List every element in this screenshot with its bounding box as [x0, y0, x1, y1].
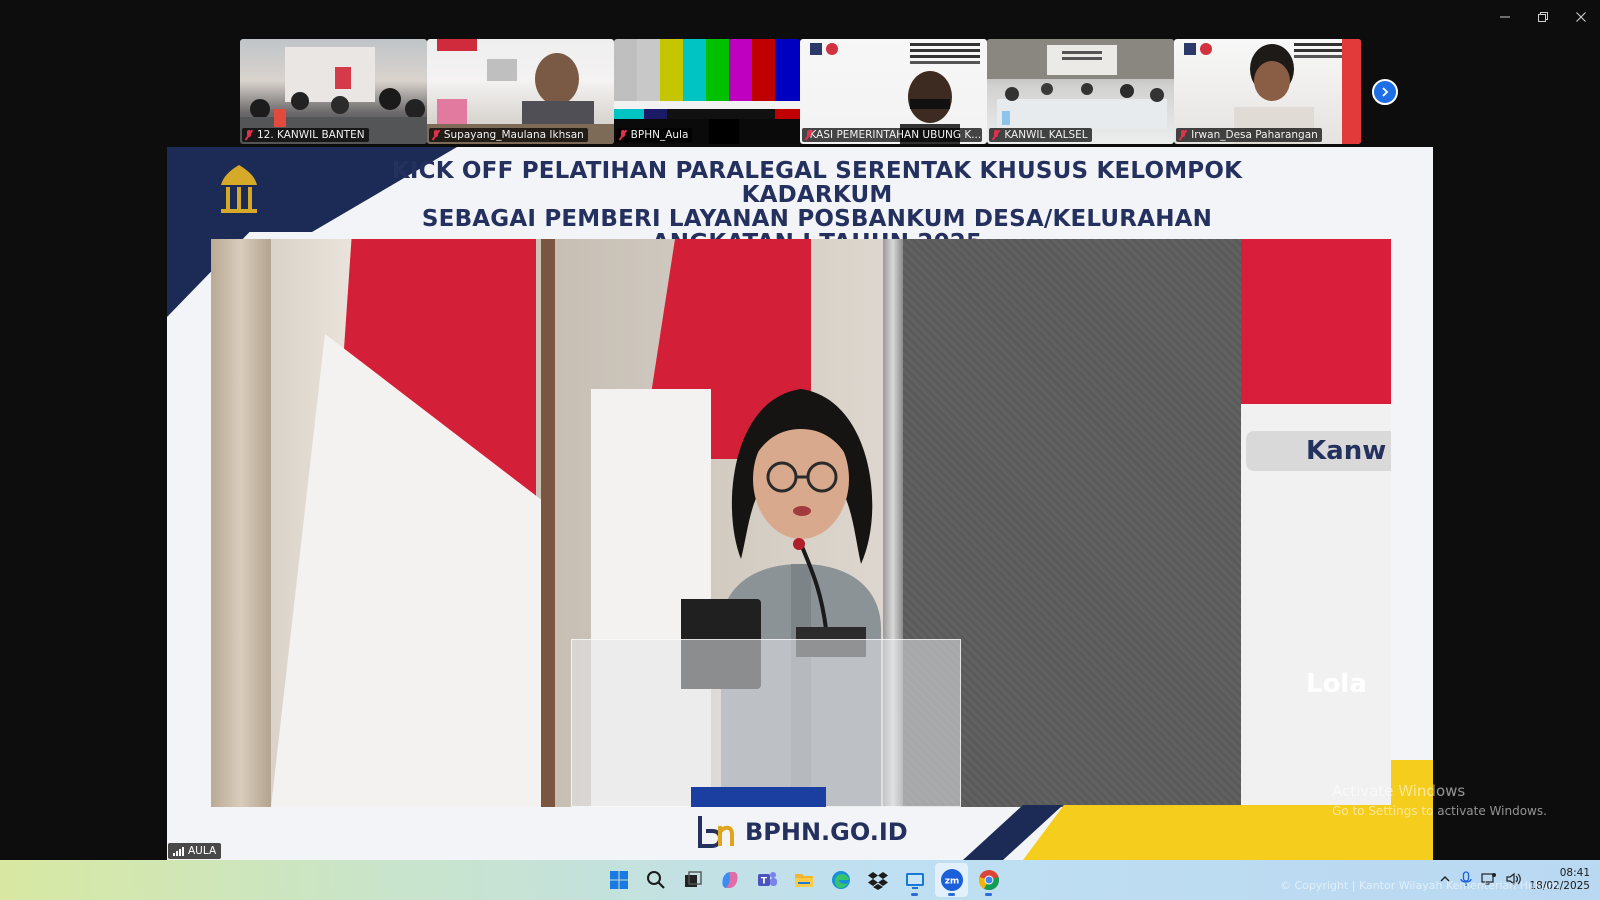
chrome-icon[interactable] — [972, 863, 1005, 897]
side-screen-label: Kanw — [1246, 431, 1391, 471]
curtain — [211, 239, 271, 807]
participant-name-tag: KANWIL KALSEL — [989, 128, 1092, 142]
mic-muted-icon — [992, 130, 1000, 140]
participant-tile[interactable]: KANWIL KALSEL — [987, 39, 1175, 144]
mic-muted-icon — [432, 130, 440, 140]
running-indicator — [911, 893, 918, 896]
mic-muted-icon — [245, 130, 253, 140]
dropbox-icon[interactable] — [861, 863, 894, 897]
side-screen-label: Lola — [1306, 669, 1367, 699]
participant-name-tag: 12. KANWIL BANTEN — [242, 128, 369, 142]
copyright-overlay: © Copyright | Kantor Wilayah Kementerian… — [1280, 879, 1559, 892]
participant-strip: 12. KANWIL BANTEN Supayang_Maulana Ikhsa… — [240, 39, 1361, 144]
minimize-icon[interactable] — [1486, 0, 1524, 34]
windows-start-icon[interactable] — [602, 863, 635, 897]
participant-tile[interactable]: KASI PEMERINTAHAN UBUNG K... — [800, 39, 988, 144]
participant-name-tag: KASI PEMERINTAHAN UBUNG K... — [802, 128, 983, 142]
remote-desktop-icon[interactable] — [898, 863, 931, 897]
running-indicator — [985, 893, 992, 896]
kemenkumham-logo-icon — [221, 165, 257, 213]
participant-name-tag: Irwan_Desa Paharangan — [1176, 128, 1322, 142]
restore-icon[interactable] — [1524, 0, 1562, 34]
side-screen-red — [1241, 239, 1391, 404]
speaker-stage: Kanw Lola — [211, 239, 1391, 807]
bphn-logo: BPHN.GO.ID — [697, 814, 908, 850]
search-icon[interactable] — [639, 863, 672, 897]
zoom-meeting-window: 12. KANWIL BANTEN Supayang_Maulana Ikhsa… — [0, 0, 1600, 900]
zoom-icon[interactable]: zm — [935, 863, 968, 897]
signal-strength-icon — [173, 846, 184, 856]
next-page-arrow-icon[interactable] — [1372, 79, 1398, 105]
teams-icon[interactable]: T — [750, 863, 783, 897]
svg-text:T: T — [760, 877, 767, 887]
svg-text:zm: zm — [944, 877, 959, 887]
active-speaker-video[interactable]: KICK OFF PELATIHAN PARALEGAL SERENTAK KH… — [167, 147, 1433, 860]
copilot-icon[interactable] — [713, 863, 746, 897]
participant-tile[interactable]: Supayang_Maulana Ikhsan — [426, 39, 614, 144]
participant-tile[interactable]: Irwan_Desa Paharangan — [1174, 39, 1361, 144]
participant-name-tag: BPHN_Aula — [615, 128, 693, 142]
glass-podium — [571, 639, 961, 807]
task-view-icon[interactable] — [676, 863, 709, 897]
activate-windows-watermark: Activate Windows Go to Settings to activ… — [1332, 782, 1547, 818]
running-indicator — [948, 893, 955, 896]
participant-name-tag: Supayang_Maulana Ikhsan — [428, 128, 588, 142]
edge-icon[interactable] — [824, 863, 857, 897]
flag-pole — [541, 239, 555, 807]
mic-muted-icon — [619, 130, 627, 140]
podium-base — [691, 787, 826, 807]
close-icon[interactable] — [1562, 0, 1600, 34]
participant-tile[interactable]: 12. KANWIL BANTEN — [240, 39, 427, 144]
taskbar-apps: T zm — [602, 860, 1005, 900]
window-controls — [1486, 0, 1600, 34]
participant-tile[interactable]: BPHN_Aula — [613, 39, 801, 144]
file-explorer-icon[interactable] — [787, 863, 820, 897]
bphn-logo-icon — [698, 816, 734, 848]
mic-muted-icon — [1179, 130, 1187, 140]
speaker-name-tag: AULA — [168, 843, 222, 859]
